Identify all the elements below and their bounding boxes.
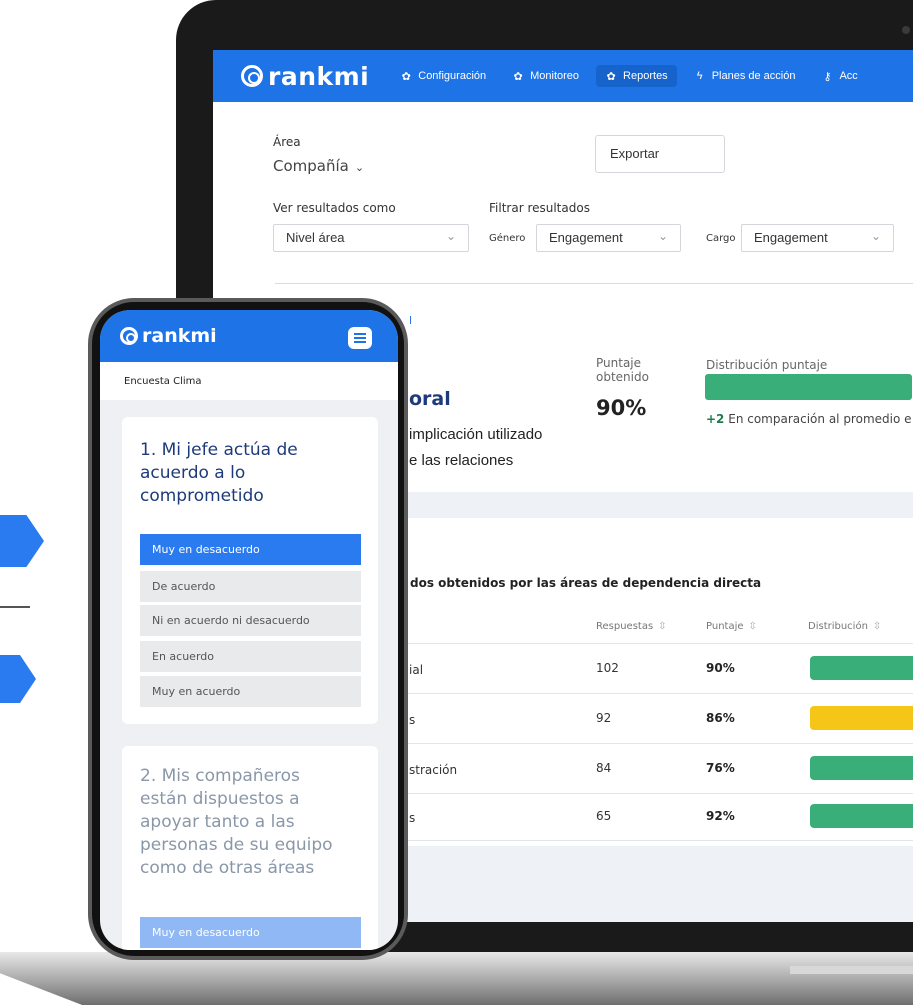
logo-text: rankmi [142,325,217,347]
export-button[interactable]: Exportar [595,135,725,173]
select-value: Engagement [754,230,828,245]
sort-icon: ⇳ [658,621,667,632]
row-name: s [409,811,416,825]
row-divider [408,840,913,841]
row-respuestas: 102 [596,661,619,675]
card-link[interactable]: l [409,314,412,327]
gear-icon: ✿ [606,70,616,83]
survey-title: Encuesta Clima [124,376,202,387]
question-2-title: 2. Mis compañeros están dispuestos a apoya… [140,766,333,878]
decorative-arrow [0,515,44,567]
product-showcase: rankmi ✿ Configuración ✿ Monitoreo ✿ Rep… [0,0,913,1005]
export-label: Exportar [610,146,660,161]
ver-resultados-select[interactable]: Nivel área ⌄ [273,224,469,252]
row-name: stración [409,763,458,777]
nav-acc[interactable]: ⚷ Acc [812,65,866,87]
logo-mark-icon [120,327,138,345]
area-label: Área [273,135,301,149]
row-divider [408,793,913,794]
genero-label: Género [489,233,526,244]
logo-mark-icon [241,65,263,87]
divider [275,283,913,284]
select-value: Engagement [549,230,623,245]
row-distribution-bar [810,804,913,828]
row-divider [408,743,913,744]
bolt-icon: ϟ [696,70,703,82]
row-name: s [409,713,416,727]
nav-configuracion[interactable]: ✿ Configuración [391,65,495,87]
row-divider [408,693,913,694]
row-distribution-bar [810,656,913,680]
distribution-bar [705,374,912,400]
laptop-base-shine [790,966,913,974]
key-icon: ⚷ [823,70,832,83]
option-muy-en-desacuerdo[interactable]: Muy en desacuerdo [140,534,361,566]
row-puntaje: 86% [706,711,735,725]
nav-label: Acc [839,70,858,82]
chevron-down-icon: ⌄ [870,229,881,243]
sort-icon: ⇳ [872,621,882,632]
card-description-line: e las relaciones [409,452,514,469]
score-label: Puntaje obtenido [596,356,649,384]
comparison-label: En comparación al promedio e [728,412,912,426]
nav-reportes[interactable]: ✿ Reportes [596,65,677,87]
header-distribucion[interactable]: Distribución ⇳ [808,621,881,632]
hamburger-menu-icon[interactable] [348,327,372,349]
gear-icon: ✿ [401,70,411,83]
rankmi-logo[interactable]: rankmi [120,325,217,347]
chevron-down-icon: ⌄ [657,229,668,243]
nav-label: Configuración [418,70,487,82]
row-respuestas: 65 [596,809,612,823]
gear-icon: ✿ [513,70,523,83]
rankmi-logo[interactable]: rankmi [241,62,369,91]
score-value: 90% [596,396,647,420]
row-distribution-bar [810,756,913,780]
nav-planes-de-accion[interactable]: ϟ Planes de acción [685,65,805,87]
question-1-title: 1. Mi jefe actúa de acuerdo a lo compromet… [140,440,298,506]
option-muy-en-acuerdo[interactable]: Muy en acuerdo [140,676,361,708]
chevron-down-icon: ⌄ [354,161,365,174]
comparison-delta: +2 [706,412,725,426]
nav-label: Monitoreo [530,70,580,82]
cargo-select[interactable]: Engagement ⌄ [741,224,894,252]
distribution-label: Distribución puntaje [706,358,828,372]
option-en-acuerdo[interactable]: En acuerdo [140,641,361,673]
survey-header: Encuesta Clima [100,362,398,400]
row-distribution-bar [810,706,913,730]
comparison-text: +2 En comparación al promedio e [706,412,912,426]
select-value: Nivel área [286,230,345,245]
decorative-dash [0,606,30,608]
option-ni-en-acuerdo-ni-desacuerdo[interactable]: Ni en acuerdo ni desacuerdo [140,605,361,637]
option-de-acuerdo[interactable]: De acuerdo [140,571,361,603]
sort-icon: ⇳ [748,621,757,632]
row-name: ial [409,663,424,677]
header-respuestas[interactable]: Respuestas ⇳ [596,621,667,632]
row-puntaje: 90% [706,661,735,675]
card-title: oral [409,388,451,410]
nav-monitoreo[interactable]: ✿ Monitoreo [503,65,588,87]
logo-text: rankmi [268,61,370,91]
nav-label: Reportes [623,70,668,82]
top-navigation: rankmi ✿ Configuración ✿ Monitoreo ✿ Rep… [213,50,913,102]
row-respuestas: 92 [596,711,612,725]
card-description-line: implicación utilizado [409,426,543,443]
filtrar-resultados-label: Filtrar resultados [489,201,590,215]
chevron-down-icon: ⌄ [445,229,456,243]
row-puntaje: 76% [706,761,735,775]
header-puntaje[interactable]: Puntaje ⇳ [706,621,757,632]
area-value: Compañía [273,157,349,175]
laptop-camera [902,26,910,34]
table-title: dos obtenidos por las áreas de dependenc… [410,576,762,590]
row-puntaje: 92% [706,809,735,823]
decorative-arrow [0,655,36,703]
option-muy-en-desacuerdo[interactable]: Muy en desacuerdo [140,917,361,949]
nav-label: Planes de acción [711,70,796,82]
phone-header: rankmi [100,310,398,362]
row-respuestas: 84 [596,761,612,775]
area-selector[interactable]: Compañía ⌄ [273,157,364,175]
cargo-label: Cargo [706,233,736,244]
row-divider [408,643,913,644]
genero-select[interactable]: Engagement ⌄ [536,224,681,252]
ver-resultados-label: Ver resultados como [273,201,396,215]
